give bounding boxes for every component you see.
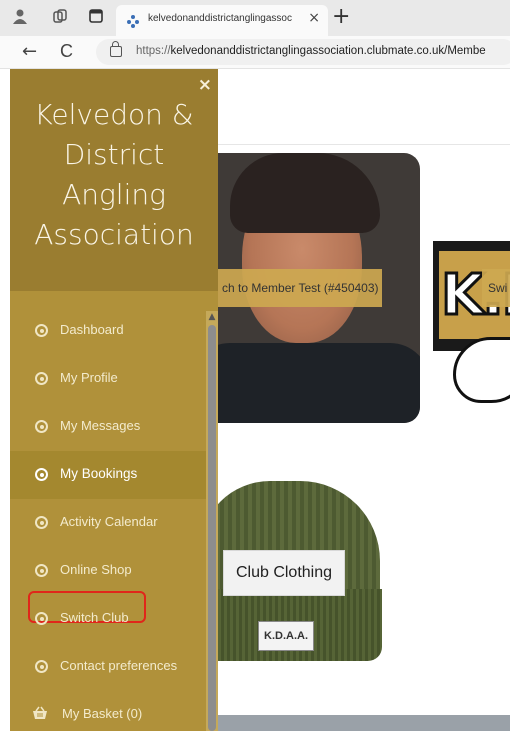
profile-icon[interactable] <box>10 8 30 28</box>
basket-icon <box>32 705 48 719</box>
club-name-line-4: Association <box>34 218 194 251</box>
address-bar: ← C https://kelvedonanddistrictanglingas… <box>0 36 510 69</box>
tab-actions-icon[interactable] <box>86 8 106 28</box>
lock-icon[interactable] <box>110 41 122 57</box>
browser-tab-bar: kelvedonanddistrictanglingassoc × + <box>0 0 510 36</box>
workspaces-icon[interactable] <box>50 8 70 28</box>
club-name-line-2: District <box>63 138 165 171</box>
sidebar-item-switch-club[interactable]: Switch Club <box>10 591 206 643</box>
site-favicon <box>126 13 140 28</box>
club-name-line-1: Kelvedon & <box>34 98 194 131</box>
radio-dot-icon <box>35 612 48 625</box>
sidebar-item-my-messages[interactable]: My Messages <box>10 403 206 451</box>
divider <box>205 144 510 145</box>
page-content: ch to Member Test (#450403) K.D Swi K.D.… <box>0 69 510 731</box>
club-name-line-3: Angling <box>62 178 166 211</box>
radio-dot-icon <box>35 516 48 529</box>
club-logo-card[interactable]: K.D <box>433 241 510 411</box>
refresh-button[interactable]: C <box>60 41 73 62</box>
sidebar-item-activity-calendar[interactable]: Activity Calendar <box>10 499 206 547</box>
sidebar-menu: Dashboard My Profile My Messages My Book… <box>10 307 206 739</box>
sidebar-item-label: Contact preferences <box>60 658 178 673</box>
sidebar: × Kelvedon & District Angling Associatio… <box>10 69 218 731</box>
sidebar-item-label: My Messages <box>60 418 141 433</box>
radio-dot-icon <box>35 372 48 385</box>
radio-dot-icon <box>35 564 48 577</box>
back-button[interactable]: ← <box>22 41 37 62</box>
sidebar-item-contact-preferences[interactable]: Contact preferences <box>10 643 206 691</box>
url-protocol: https:// <box>136 45 171 57</box>
photo-hair <box>230 153 380 233</box>
sidebar-item-my-profile[interactable]: My Profile <box>10 355 206 403</box>
bottom-bar <box>218 715 510 731</box>
sidebar-item-label: Dashboard <box>60 322 124 337</box>
tab-close-icon[interactable]: × <box>308 10 320 26</box>
radio-dot-icon <box>35 468 48 481</box>
sidebar-item-dashboard[interactable]: Dashboard <box>10 307 206 355</box>
sidebar-item-online-shop[interactable]: Online Shop <box>10 547 206 595</box>
url-field[interactable]: https://kelvedonanddistrictanglingassoci… <box>96 39 510 65</box>
sidebar-header: × Kelvedon & District Angling Associatio… <box>10 69 218 291</box>
radio-dot-icon <box>35 420 48 433</box>
scroll-up-icon[interactable]: ▲ <box>206 311 218 323</box>
new-tab-button[interactable]: + <box>332 4 350 29</box>
photo-suit <box>190 343 420 423</box>
tab-title: kelvedonanddistrictanglingassoc <box>148 13 292 24</box>
sidebar-item-label: Switch Club <box>60 610 129 625</box>
browser-tab[interactable]: kelvedonanddistrictanglingassoc × <box>116 5 328 36</box>
sidebar-item-label: My Profile <box>60 370 118 385</box>
sidebar-item-my-bookings[interactable]: My Bookings <box>10 451 206 499</box>
scrollbar-thumb[interactable] <box>208 325 216 731</box>
club-name: Kelvedon & District Angling Association <box>10 95 218 255</box>
switch-other-label[interactable]: Swi <box>482 269 510 307</box>
close-icon[interactable]: × <box>198 75 212 95</box>
sidebar-item-label: Activity Calendar <box>60 514 158 529</box>
url-domain: kelvedonanddistrictanglingassociation.cl… <box>170 45 486 57</box>
sidebar-item-my-basket[interactable]: My Basket (0) <box>10 691 206 739</box>
sidebar-item-label: Online Shop <box>60 562 132 577</box>
radio-dot-icon <box>35 324 48 337</box>
sidebar-item-label: My Basket (0) <box>62 706 143 721</box>
sidebar-scrollbar[interactable]: ▲ <box>206 311 218 731</box>
sidebar-item-label: My Bookings <box>60 466 138 481</box>
club-clothing-label[interactable]: Club Clothing <box>223 550 345 596</box>
hat-badge: K.D.A.A. <box>258 621 314 651</box>
radio-dot-icon <box>35 660 48 673</box>
url-text[interactable]: https://kelvedonanddistrictanglingassoci… <box>136 45 486 57</box>
